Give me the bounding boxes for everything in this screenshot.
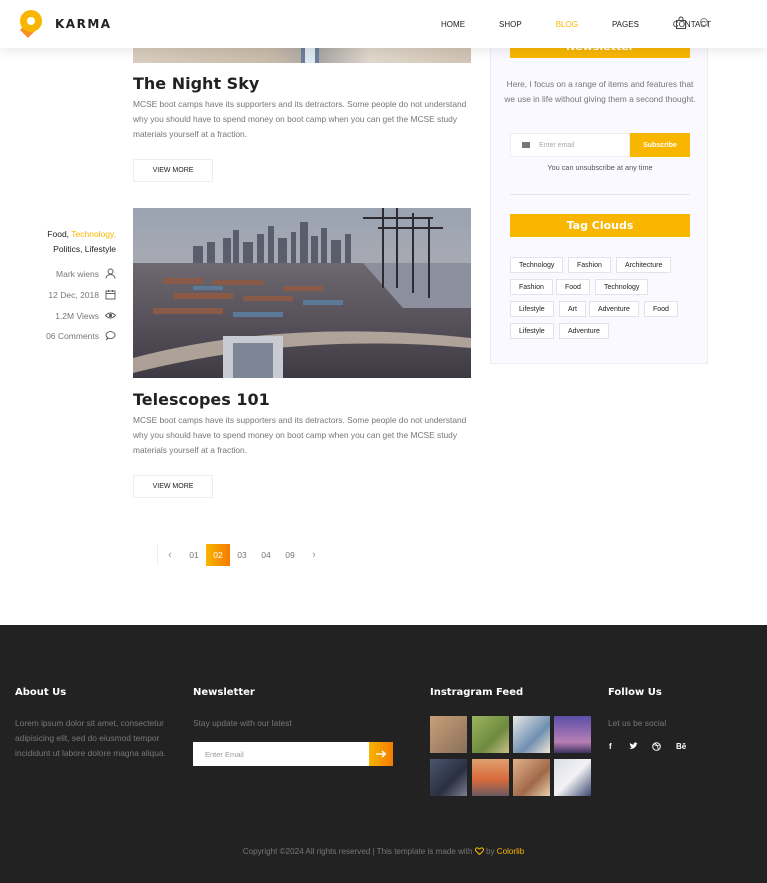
colorlib-link[interactable]: Colorlib [497, 847, 524, 856]
copyright-by: by [485, 847, 495, 856]
footer-newsletter-text: Stay update with our latest [193, 718, 292, 728]
tag-cloud-item[interactable]: Adventure [589, 301, 639, 317]
instagram-photo[interactable] [472, 716, 509, 753]
dribbble-icon[interactable] [652, 742, 661, 753]
copyright-text: Copyright ©2024 All rights reserved | Th… [242, 847, 473, 856]
tag-cloud-item[interactable]: Lifestyle [510, 323, 554, 339]
post-title[interactable]: The Night Sky [133, 74, 259, 93]
prev-page-arrow[interactable]: ‹ [158, 544, 182, 566]
brand-name: KARMA [55, 17, 112, 31]
tag-cloud-item[interactable]: Lifestyle [510, 301, 554, 317]
about-us-text: Lorem ipsum dolor sit amet, consectetur … [15, 718, 166, 758]
comment-icon [105, 331, 116, 341]
logo-icon [20, 10, 42, 38]
email-placeholder: Enter email [539, 141, 575, 149]
post-excerpt: MCSE boot camps have its supporters and … [133, 415, 467, 455]
footer-email-input[interactable]: Enter Email [193, 742, 369, 766]
nav-blog[interactable]: BLOG [556, 20, 578, 29]
unsubscribe-note: You can unsubscribe at any time [547, 163, 653, 172]
date-text: 12 Dec, 2018 [48, 289, 99, 300]
page-link-active[interactable]: 02 [206, 544, 230, 566]
nav-home[interactable]: HOME [441, 20, 465, 29]
next-page-arrow[interactable]: › [302, 544, 326, 566]
follow-us-text: Let us be social [608, 718, 667, 728]
main-nav: HOME SHOP BLOG PAGES CONTACT [407, 0, 711, 48]
shopping-bag-icon[interactable] [674, 16, 688, 30]
instagram-photo[interactable] [554, 759, 591, 796]
tag-cloud-item[interactable]: Food [556, 279, 590, 295]
instagram-photo[interactable] [513, 759, 550, 796]
instagram-photo[interactable] [513, 716, 550, 753]
arrow-right-icon [376, 750, 387, 758]
site-header: KARMA HOME SHOP BLOG PAGES CONTACT [0, 0, 767, 48]
views-text: 1.2M Views [55, 310, 99, 321]
copyright: Copyright ©2024 All rights reserved | Th… [0, 847, 767, 856]
envelope-icon [522, 142, 530, 148]
tag-food-link[interactable]: Food, [47, 229, 69, 239]
tag-cloud-item[interactable]: Architecture [616, 257, 672, 273]
post-excerpt: MCSE boot camps have its supporters and … [133, 99, 467, 139]
tag-cloud-item[interactable]: Food [644, 301, 678, 317]
behance-icon[interactable]: Bē [676, 742, 686, 751]
newsletter-email-input[interactable]: Enter email [510, 133, 630, 157]
tag-cloud-item[interactable]: Art [559, 301, 586, 317]
page-link[interactable]: 03 [230, 544, 254, 566]
port-city-image [133, 208, 471, 378]
view-more-button[interactable]: VIEW MORE [133, 159, 213, 182]
search-icon[interactable] [698, 16, 712, 30]
site-footer: About Us Lorem ipsum dolor sit amet, con… [0, 625, 767, 883]
post-tags: Food, Technology, Politics, Lifestyle [20, 227, 116, 257]
instagram-photo[interactable] [472, 759, 509, 796]
instagram-photo[interactable] [430, 716, 467, 753]
follow-us-title: Follow Us [608, 687, 662, 698]
footer-newsletter-title: Newsletter [193, 687, 255, 698]
tag-politics-lifestyle-link[interactable]: Politics, Lifestyle [53, 244, 116, 254]
page-link[interactable]: 09 [278, 544, 302, 566]
tag-cloud-item[interactable]: Fashion [568, 257, 611, 273]
tag-cloud-item[interactable]: Fashion [510, 279, 553, 295]
pagination: ‹ 01 02 03 04 09 › [157, 544, 326, 566]
post-author[interactable]: Mark wiens [20, 268, 116, 279]
footer-subscribe-button[interactable] [369, 742, 393, 766]
instagram-photo[interactable] [554, 716, 591, 753]
eye-icon [105, 312, 116, 319]
post-comments[interactable]: 06 Comments [20, 330, 116, 341]
nav-shop[interactable]: SHOP [499, 20, 522, 29]
about-us-title: About Us [15, 687, 67, 698]
nav-pages[interactable]: PAGES [612, 20, 639, 29]
tag-cloud-item[interactable]: Technology [510, 257, 564, 273]
facebook-icon[interactable]: f [609, 742, 612, 751]
tag-cloud-item[interactable]: Technology [595, 279, 649, 295]
tag-cloud-item[interactable]: Adventure [559, 323, 609, 339]
logo[interactable]: KARMA [14, 8, 112, 40]
tag-clouds-title: Tag Clouds [510, 214, 690, 237]
heart-icon [474, 847, 484, 856]
divider [510, 194, 690, 195]
calendar-icon [105, 290, 116, 300]
page-link[interactable]: 01 [182, 544, 206, 566]
subscribe-button[interactable]: Subscribe [630, 133, 690, 157]
instagram-feed-title: Instragram Feed [430, 687, 524, 698]
twitter-icon[interactable] [629, 742, 638, 752]
post-title[interactable]: Telescopes 101 [133, 390, 270, 409]
post-image-telescopes[interactable] [133, 208, 471, 378]
post-views: 1.2M Views [20, 310, 116, 321]
post-date: 12 Dec, 2018 [20, 289, 116, 300]
comments-text: 06 Comments [46, 330, 99, 341]
newsletter-description: Here, I focus on a range of items and fe… [504, 79, 696, 104]
author-name: Mark wiens [56, 268, 99, 279]
user-icon [105, 268, 116, 279]
tag-technology-link[interactable]: Technology, [71, 229, 116, 239]
instagram-photo[interactable] [430, 759, 467, 796]
page-link[interactable]: 04 [254, 544, 278, 566]
view-more-button[interactable]: VIEW MORE [133, 475, 213, 498]
sidebar: Newsletter Here, I focus on a range of i… [490, 30, 708, 364]
